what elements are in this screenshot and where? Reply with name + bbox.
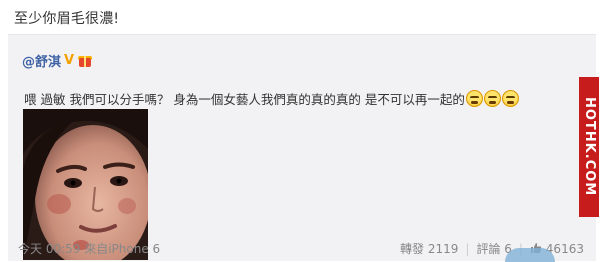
tearful-laugh-emoji-icon xyxy=(483,90,501,107)
watermark: HOTHK.COM xyxy=(579,77,599,217)
tearful-laugh-emoji-icon xyxy=(501,90,519,107)
repost-label: 轉發 xyxy=(400,242,425,256)
time-source[interactable]: 今天 00:59 來自iPhone 6 xyxy=(18,240,160,257)
author-link[interactable]: @舒淇 xyxy=(22,51,61,70)
corner-decoration xyxy=(505,248,555,262)
tearful-laugh-emoji-icon xyxy=(465,90,483,107)
face-photo-image xyxy=(23,109,148,260)
verified-badge-icon: V xyxy=(64,53,75,68)
comment-text: 至少你眉毛很濃! xyxy=(14,11,120,27)
retweeted-post-card: @舒淇 V 喂 過敏 我們可以分手嗎？ 身為一個女藝人我們真的真的真的 是不可以… xyxy=(8,34,599,261)
post-photo[interactable] xyxy=(23,109,148,260)
post-body: 喂 過敏 我們可以分手嗎？ 身為一個女藝人我們真的真的真的 是不可以再一起的 xyxy=(24,92,465,107)
gift-icon xyxy=(77,54,93,68)
repost-count: 2119 xyxy=(427,242,459,256)
post-text: 喂 過敏 我們可以分手嗎？ 身為一個女藝人我們真的真的真的 是不可以再一起的 xyxy=(24,89,519,108)
post-stats: 轉發 2119 | 評論 6 | 46163 xyxy=(400,240,584,257)
post-footer: 今天 00:59 來自iPhone 6 轉發 2119 | 評論 6 | 461… xyxy=(18,240,588,257)
comment-label: 評論 xyxy=(476,242,501,256)
author-line: @舒淇 V xyxy=(22,51,93,70)
separator: | xyxy=(465,241,470,256)
repost-button[interactable]: 轉發 2119 xyxy=(400,240,458,257)
